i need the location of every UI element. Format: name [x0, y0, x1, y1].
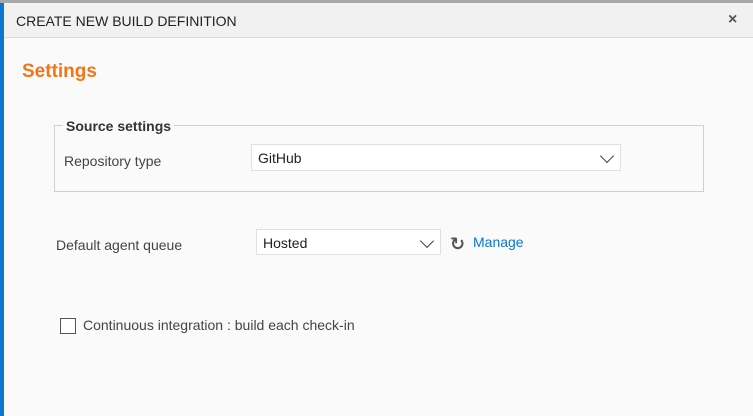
ci-label[interactable]: Continuous integration : build each chec…	[83, 317, 355, 333]
repository-type-value: GitHub	[258, 150, 302, 166]
chevron-down-icon	[599, 148, 615, 164]
chevron-down-icon	[419, 233, 435, 249]
manage-link[interactable]: Manage	[473, 234, 524, 250]
repository-type-label: Repository type	[64, 153, 162, 169]
agent-queue-value: Hosted	[263, 235, 308, 251]
accent-bar	[0, 3, 4, 416]
dialog-header: CREATE NEW BUILD DEFINITION ×	[4, 3, 753, 38]
page-title: Settings	[22, 61, 97, 82]
source-settings-legend: Source settings	[63, 118, 175, 134]
agent-queue-label: Default agent queue	[56, 237, 183, 253]
repository-type-select[interactable]: GitHub	[251, 144, 621, 171]
refresh-icon[interactable]: ↻	[450, 234, 465, 255]
close-icon[interactable]: ×	[728, 11, 737, 29]
ci-checkbox[interactable]	[60, 318, 76, 334]
agent-queue-select[interactable]: Hosted	[256, 229, 441, 255]
dialog-title: CREATE NEW BUILD DEFINITION	[16, 13, 237, 29]
